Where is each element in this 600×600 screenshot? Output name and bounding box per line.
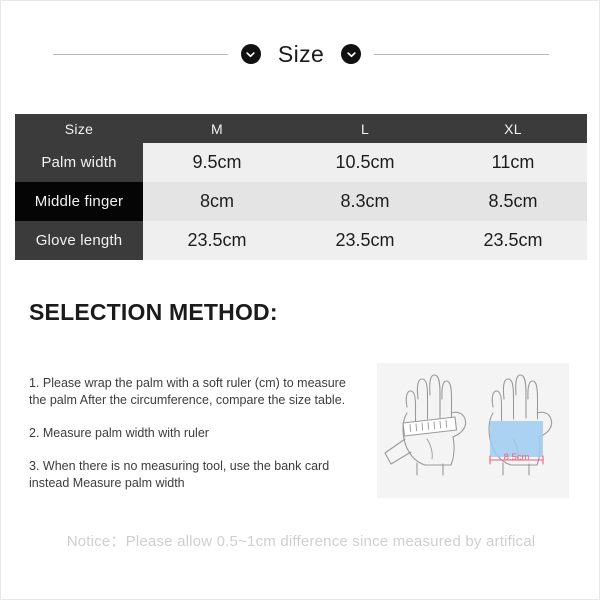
header-rule-left	[52, 53, 228, 55]
row-label-palm-width: Palm width	[15, 143, 143, 182]
size-table-body: Palm width 9.5cm 10.5cm 11cm Middle fing…	[15, 143, 587, 260]
size-table-head: Size M L XL	[15, 114, 587, 143]
step-item-1: 1. Please wrap the palm with a soft rule…	[29, 376, 346, 407]
chevron-down-icon	[341, 44, 362, 64]
column-header-size: Size	[15, 114, 143, 143]
cell-palm-width-xl: 11cm	[439, 143, 587, 182]
cell-middle-finger-m: 8cm	[143, 182, 291, 221]
table-row: Glove length 23.5cm 23.5cm 23.5cm	[15, 221, 587, 260]
section-header: Size	[1, 39, 600, 69]
step-item-2: 2. Measure palm width with ruler	[29, 426, 209, 440]
step-item-3: 3. When there is no measuring tool, use …	[29, 459, 330, 490]
row-label-middle-finger: Middle finger	[15, 182, 143, 221]
measurement-illustration-panel: 8.5cm	[377, 363, 569, 498]
size-table: Size M L XL Palm width 9.5cm 10.5cm 11cm…	[15, 114, 587, 260]
table-row: Palm width 9.5cm 10.5cm 11cm	[15, 143, 587, 182]
table-row: Middle finger 8cm 8.3cm 8.5cm	[15, 182, 587, 221]
header-rule-right	[374, 53, 550, 55]
cell-glove-length-l: 23.5cm	[291, 221, 439, 260]
cell-palm-width-l: 10.5cm	[291, 143, 439, 182]
column-header-xl: XL	[439, 114, 587, 143]
cell-glove-length-m: 23.5cm	[143, 221, 291, 260]
chevron-down-icon	[240, 44, 261, 64]
page-title: Size	[277, 40, 325, 67]
ruler-icon	[402, 416, 458, 437]
column-header-l: L	[291, 114, 439, 143]
notice-text: Notice：Please allow 0.5~1cm difference s…	[66, 533, 536, 550]
selection-method-title: SELECTION METHOD:	[29, 299, 278, 325]
cell-middle-finger-l: 8.3cm	[291, 182, 439, 221]
cell-glove-length-xl: 23.5cm	[439, 221, 587, 260]
table-header-row: Size M L XL	[15, 114, 587, 143]
cell-middle-finger-xl: 8.5cm	[439, 182, 587, 221]
cell-palm-width-m: 9.5cm	[143, 143, 291, 182]
measurement-label: 8.5cm	[503, 452, 530, 463]
selection-method-steps: 1. Please wrap the palm with a soft rule…	[29, 375, 359, 492]
column-header-m: M	[143, 114, 291, 143]
row-label-glove-length: Glove length	[15, 221, 143, 260]
